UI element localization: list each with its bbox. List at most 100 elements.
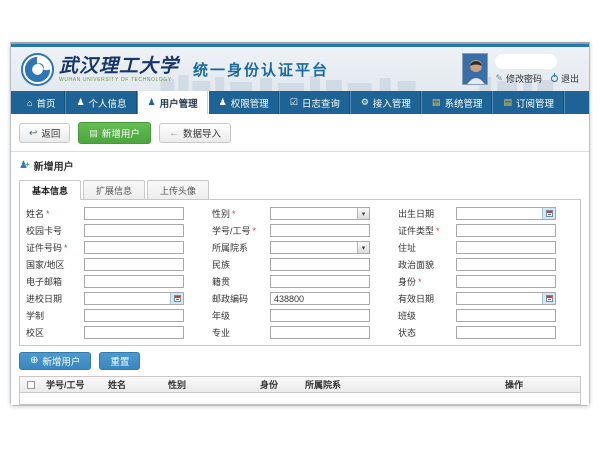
form-field: 证件号码* bbox=[26, 241, 202, 254]
nav-item-2[interactable]: ♟用户管理 bbox=[138, 91, 209, 114]
change-password-link[interactable]: ✎ 修改密码 bbox=[495, 72, 542, 85]
form-field: 姓名* bbox=[26, 207, 202, 220]
text-input[interactable] bbox=[84, 241, 184, 254]
nav-item-4[interactable]: ☑ 日志查询 bbox=[280, 91, 351, 114]
import-arrow-icon: ← bbox=[169, 128, 179, 139]
form-panel: 姓名*性别*▾出生日期校园卡号学号/工号*证件类型*证件号码*所属院系▾住址国家… bbox=[19, 199, 581, 346]
text-input[interactable] bbox=[270, 292, 370, 305]
form-field: 所属院系 ▾ bbox=[212, 241, 388, 254]
home-icon: ⌂ bbox=[27, 98, 32, 108]
field-label: 电子邮箱 bbox=[26, 275, 84, 288]
table-column-header: 性别 bbox=[164, 378, 256, 391]
back-arrow-icon: ↩ bbox=[29, 128, 37, 139]
add-user-toolbar-button[interactable]: ▤ 新增用户 bbox=[78, 122, 151, 144]
form-field: 性别*▾ bbox=[212, 207, 388, 220]
form-actions: ⊕ 新增用户 重置 bbox=[19, 352, 581, 370]
select-control[interactable]: ▾ bbox=[270, 207, 370, 220]
tab-1[interactable]: 扩展信息 bbox=[83, 180, 145, 199]
field-label: 证件类型* bbox=[398, 224, 456, 237]
text-input[interactable] bbox=[270, 258, 370, 271]
text-input[interactable] bbox=[456, 309, 556, 322]
field-label: 进校日期 bbox=[26, 292, 84, 305]
select-all-checkbox[interactable] bbox=[27, 381, 35, 389]
submit-button-label: 新增用户 bbox=[42, 354, 80, 368]
nav-item-3[interactable]: ♟权限管理 bbox=[209, 91, 280, 114]
field-label: 所属院系 bbox=[212, 241, 270, 254]
form-field: 班级 bbox=[398, 309, 574, 322]
form-grid: 姓名*性别*▾出生日期校园卡号学号/工号*证件类型*证件号码*所属院系▾住址国家… bbox=[20, 200, 580, 345]
date-input[interactable] bbox=[85, 293, 170, 304]
log-check-icon: ☑ bbox=[290, 97, 298, 108]
change-password-label: 修改密码 bbox=[506, 72, 542, 85]
data-import-button[interactable]: ← 数据导入 bbox=[159, 123, 231, 143]
tab-2[interactable]: 上传头像 bbox=[147, 180, 209, 199]
text-input[interactable] bbox=[84, 258, 184, 271]
text-input[interactable] bbox=[456, 258, 556, 271]
nav-item-1[interactable]: ♟个人信息 bbox=[66, 91, 137, 114]
text-input[interactable] bbox=[270, 309, 370, 322]
text-input[interactable] bbox=[456, 326, 556, 339]
required-mark: * bbox=[436, 226, 440, 236]
select-control[interactable]: ▾ bbox=[270, 241, 370, 254]
field-label: 学号/工号* bbox=[212, 224, 270, 237]
form-field: 政治面貌 bbox=[398, 258, 574, 271]
nav-item-0[interactable]: ⌂ 首页 bbox=[17, 91, 66, 114]
field-label: 国家/地区 bbox=[26, 258, 84, 271]
table-column-header: 身份 bbox=[256, 378, 301, 391]
required-mark: * bbox=[232, 209, 236, 219]
reset-button[interactable]: 重置 bbox=[99, 352, 140, 370]
user-table: 学号/工号姓名性别身份所属院系操作 bbox=[19, 376, 581, 405]
form-field: 身份* bbox=[398, 275, 574, 288]
form-field: 住址 bbox=[398, 241, 574, 254]
date-input[interactable] bbox=[457, 293, 542, 304]
nav-item-5[interactable]: ⚙接入管理 bbox=[351, 91, 422, 114]
text-input[interactable] bbox=[456, 224, 556, 237]
text-input[interactable] bbox=[84, 207, 184, 220]
text-input[interactable] bbox=[270, 326, 370, 339]
date-input[interactable] bbox=[457, 208, 542, 219]
logout-link[interactable]: 退出 bbox=[551, 72, 579, 85]
field-label: 政治面貌 bbox=[398, 258, 456, 271]
calendar-button[interactable] bbox=[170, 293, 183, 304]
table-empty-body bbox=[20, 393, 580, 404]
text-input[interactable] bbox=[84, 275, 184, 288]
text-input[interactable] bbox=[456, 275, 556, 288]
field-label: 学制 bbox=[26, 309, 84, 322]
tab-0[interactable]: 基本信息 bbox=[19, 180, 81, 200]
platform-title: 统一身份认证平台 bbox=[193, 59, 329, 80]
calendar-button[interactable] bbox=[542, 293, 555, 304]
text-input[interactable] bbox=[270, 275, 370, 288]
form-field: 证件类型* bbox=[398, 224, 574, 237]
nav-item-6[interactable]: ▤系统管理 bbox=[422, 91, 494, 114]
power-icon bbox=[551, 75, 558, 82]
calendar-icon bbox=[546, 210, 553, 217]
folder-icon: ▤ bbox=[432, 97, 441, 108]
text-input[interactable] bbox=[456, 241, 556, 254]
form-field: 出生日期 bbox=[398, 207, 574, 220]
text-input[interactable] bbox=[84, 326, 184, 339]
nav-item-label: 首页 bbox=[36, 96, 55, 110]
header: 武汉理工大学 WUHAN UNIVERSITY OF TECHNOLOGY 统一… bbox=[11, 47, 589, 91]
field-label: 有效日期 bbox=[398, 292, 456, 305]
form-field: 有效日期 bbox=[398, 292, 574, 305]
text-input[interactable] bbox=[84, 224, 184, 237]
nav-item-label: 日志查询 bbox=[302, 96, 340, 110]
calendar-button[interactable] bbox=[542, 208, 555, 219]
university-name-block: 武汉理工大学 WUHAN UNIVERSITY OF TECHNOLOGY bbox=[59, 56, 179, 83]
folder-icon: ▤ bbox=[503, 97, 512, 108]
circle-plus-icon: ⊕ bbox=[30, 356, 38, 366]
submit-add-user-button[interactable]: ⊕ 新增用户 bbox=[19, 352, 91, 370]
back-button[interactable]: ↩ 返回 bbox=[19, 123, 70, 143]
field-label: 证件号码* bbox=[26, 241, 84, 254]
date-field bbox=[84, 292, 184, 305]
text-input[interactable] bbox=[270, 224, 370, 237]
nav-item-label: 权限管理 bbox=[231, 96, 269, 110]
dropdown-arrow-icon[interactable]: ▾ bbox=[357, 208, 369, 219]
required-mark: * bbox=[46, 209, 50, 219]
nav-item-7[interactable]: ▤订阅管理 bbox=[493, 91, 565, 114]
text-input[interactable] bbox=[84, 309, 184, 322]
dropdown-arrow-icon[interactable]: ▾ bbox=[357, 242, 369, 253]
user-avatar[interactable] bbox=[462, 53, 488, 85]
table-column-header: 操作 bbox=[501, 378, 580, 391]
date-field bbox=[456, 292, 556, 305]
